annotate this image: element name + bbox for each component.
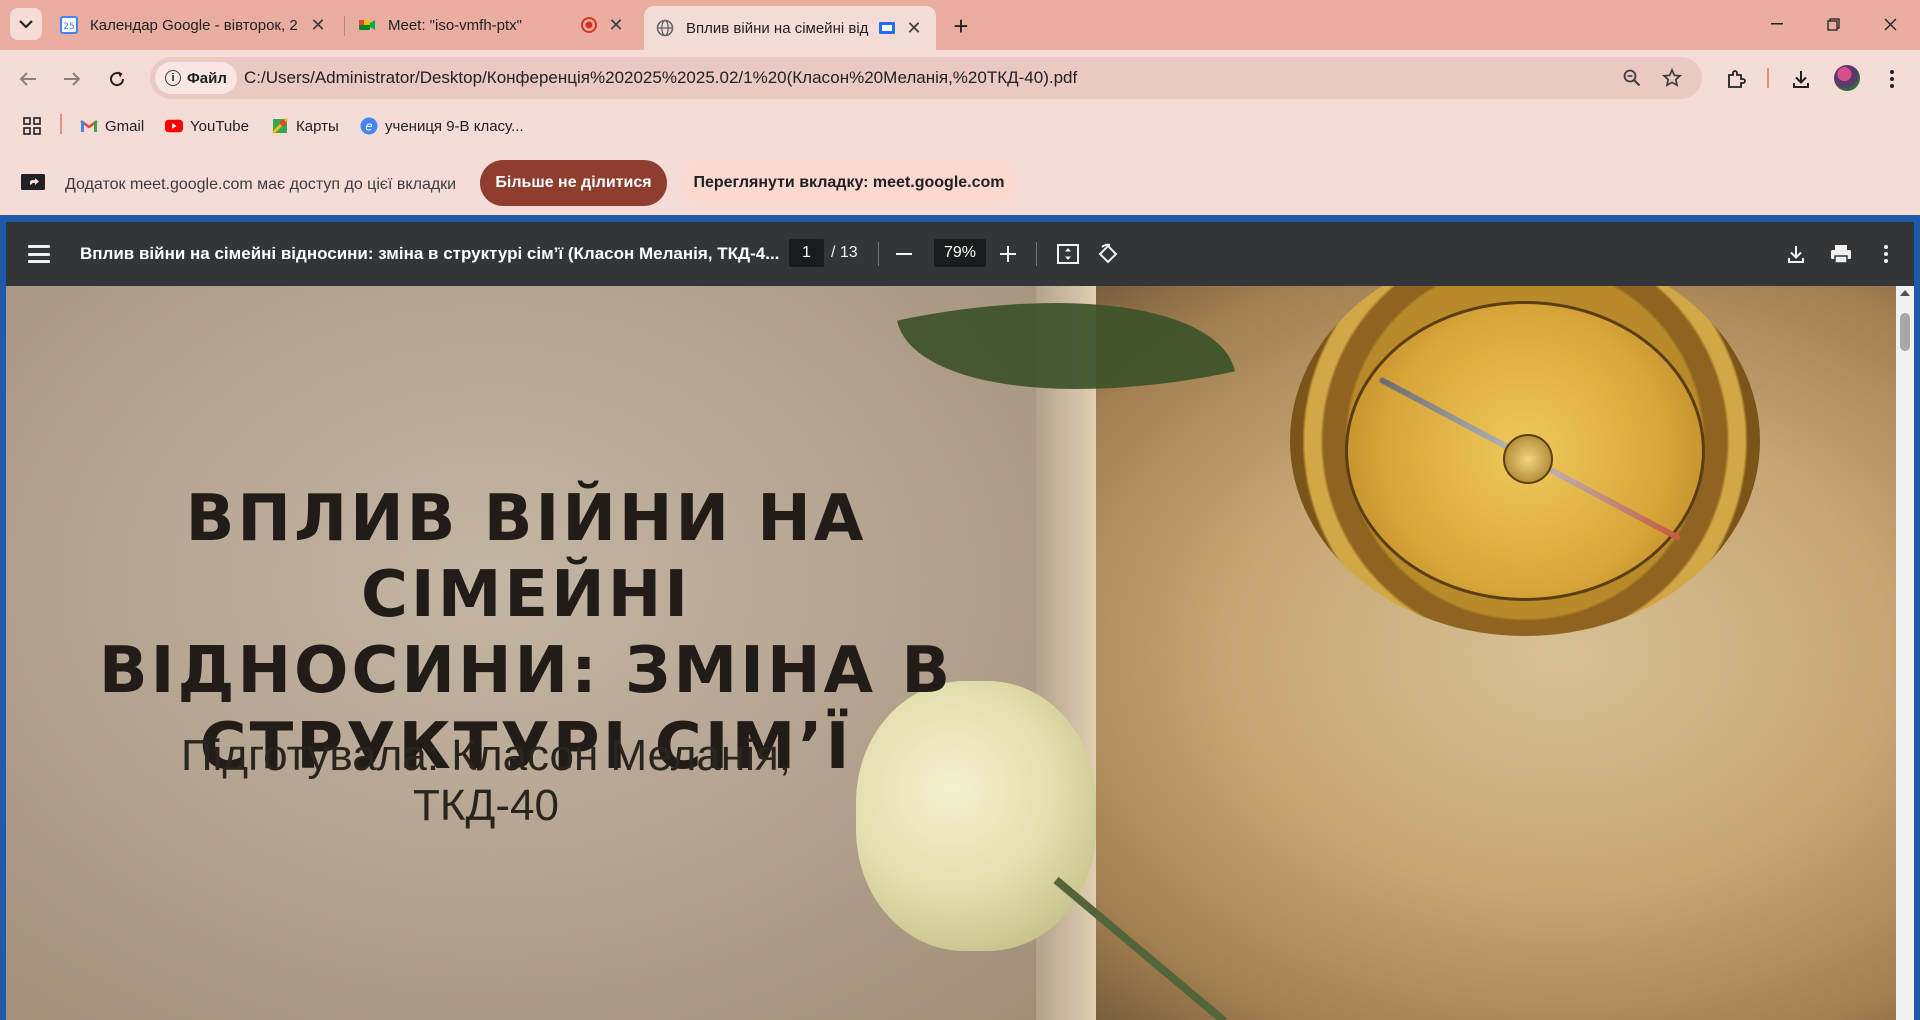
download-icon bbox=[1788, 246, 1804, 263]
rotate-icon bbox=[1098, 243, 1118, 264]
puzzle-icon bbox=[1728, 70, 1746, 88]
tab-strip: 25 Календар Google - вівторок, 2 ✕ Meet:… bbox=[0, 0, 1920, 50]
restore-button[interactable] bbox=[1805, 0, 1861, 48]
toolbar-divider bbox=[1036, 242, 1037, 266]
bookmark-label: Карты bbox=[296, 117, 339, 135]
bookmark-youtube[interactable]: YouTube bbox=[165, 114, 249, 138]
profile-icon: e bbox=[360, 117, 378, 135]
tab-sharing-infobar: Додаток meet.google.com має доступ до ці… bbox=[0, 155, 1920, 215]
maps-icon bbox=[271, 117, 289, 135]
extensions-button[interactable] bbox=[1719, 62, 1753, 96]
pdf-scrollbar[interactable] bbox=[1896, 286, 1914, 1020]
new-tab-button[interactable]: + bbox=[945, 10, 977, 42]
browser-menu-button[interactable] bbox=[1875, 62, 1909, 96]
pdf-download-button[interactable] bbox=[1780, 238, 1812, 270]
reload-button[interactable] bbox=[100, 62, 134, 96]
fit-page-icon bbox=[1057, 244, 1079, 264]
slide-author: Підготувала: Класон Меланія, ТКД-40 bbox=[181, 731, 791, 830]
printer-icon bbox=[1831, 245, 1851, 264]
address-bar[interactable]: i Файл C:/Users/Administrator/Desktop/Ко… bbox=[150, 57, 1702, 99]
bookmark-label: YouTube bbox=[190, 117, 249, 135]
bookmark-label: учениця 9-В класу... bbox=[385, 117, 524, 135]
file-chip-label: Файл bbox=[187, 69, 227, 87]
toolbar-divider bbox=[1767, 68, 1769, 88]
google-meet-icon bbox=[359, 20, 375, 30]
kebab-menu-icon bbox=[1890, 70, 1894, 88]
downloads-button[interactable] bbox=[1784, 62, 1818, 96]
star-icon[interactable] bbox=[1660, 66, 1684, 90]
tab-meet[interactable]: Meet: "iso-vmfh-ptx" ✕ bbox=[346, 6, 638, 44]
info-icon: i bbox=[165, 70, 181, 86]
minimize-icon bbox=[1771, 23, 1783, 25]
bookmark-gmail[interactable]: Gmail bbox=[80, 114, 144, 138]
screen-share-icon bbox=[21, 174, 45, 190]
arrow-right-icon bbox=[64, 72, 81, 86]
tab-divider bbox=[344, 16, 345, 36]
sharing-message: Додаток meet.google.com має доступ до ці… bbox=[65, 176, 457, 193]
tab-calendar[interactable]: 25 Календар Google - вівторок, 2 ✕ bbox=[48, 6, 340, 44]
recording-icon bbox=[581, 17, 597, 33]
zoom-level-input[interactable]: 79% bbox=[934, 239, 986, 267]
tab-title: Календар Google - вівторок, 2 bbox=[90, 16, 298, 34]
chevron-down-icon bbox=[19, 20, 33, 29]
fit-page-button[interactable] bbox=[1052, 238, 1084, 270]
profile-avatar[interactable] bbox=[1834, 65, 1860, 91]
tab-pdf[interactable]: Вплив війни на сімейні від ✕ bbox=[644, 6, 936, 50]
pdf-title: Вплив війни на сімейні відносини: зміна … bbox=[80, 244, 780, 263]
restore-icon bbox=[1826, 17, 1840, 31]
zoom-in-button[interactable] bbox=[992, 238, 1024, 270]
tab-title: Meet: "iso-vmfh-ptx" bbox=[388, 16, 523, 34]
google-calendar-icon: 25 bbox=[60, 16, 78, 34]
view-shared-tab-button[interactable]: Переглянути вкладку: meet.google.com bbox=[681, 160, 1017, 206]
pdf-more-button[interactable] bbox=[1870, 238, 1902, 270]
minimize-button[interactable] bbox=[1749, 0, 1805, 48]
scroll-up-arrow[interactable] bbox=[1900, 290, 1910, 296]
site-info-chip[interactable]: i Файл bbox=[155, 62, 237, 94]
close-icon[interactable]: ✕ bbox=[308, 15, 328, 35]
kebab-menu-icon bbox=[1884, 245, 1888, 263]
forward-button[interactable] bbox=[55, 62, 89, 96]
close-icon[interactable]: ✕ bbox=[606, 15, 626, 35]
pdf-sidebar-menu-button[interactable] bbox=[26, 241, 52, 267]
gmail-icon bbox=[80, 117, 98, 135]
toolbar-divider bbox=[878, 242, 879, 266]
sharing-icon bbox=[879, 22, 895, 34]
close-window-button[interactable] bbox=[1862, 0, 1918, 48]
plus-icon bbox=[1000, 246, 1016, 262]
bookmarks-divider bbox=[60, 114, 62, 134]
zoom-out-button[interactable] bbox=[888, 238, 920, 270]
reload-icon bbox=[110, 71, 125, 87]
print-button[interactable] bbox=[1825, 238, 1857, 270]
svg-text:e: e bbox=[365, 120, 372, 134]
tab-title: Вплив війни на сімейні від bbox=[686, 19, 869, 37]
pdf-toolbar: Вплив війни на сімейні відносини: зміна … bbox=[6, 222, 1914, 286]
globe-icon bbox=[656, 19, 674, 37]
tab-search-button[interactable] bbox=[10, 8, 42, 40]
stop-sharing-button[interactable]: Більше не ділитися bbox=[480, 160, 667, 206]
apps-grid-icon bbox=[23, 117, 41, 135]
back-button[interactable] bbox=[11, 62, 45, 96]
bookmark-profile[interactable]: e учениця 9-В класу... bbox=[360, 114, 524, 138]
close-icon[interactable]: ✕ bbox=[904, 18, 924, 38]
page-total: / 13 bbox=[831, 244, 858, 261]
compass-hub bbox=[1503, 434, 1553, 484]
minus-icon bbox=[896, 253, 912, 255]
close-icon bbox=[1884, 18, 1896, 30]
bookmark-label: Gmail bbox=[105, 117, 145, 135]
bookmarks-bar: Gmail YouTube Карты e учениця 9-В класу.… bbox=[0, 108, 1920, 142]
apps-button[interactable] bbox=[22, 114, 42, 138]
scroll-thumb[interactable] bbox=[1900, 313, 1910, 351]
svg-text:25: 25 bbox=[63, 22, 74, 32]
page-number-input[interactable]: 1 bbox=[789, 239, 824, 267]
rotate-button[interactable] bbox=[1092, 238, 1124, 270]
arrow-left-icon bbox=[19, 72, 36, 86]
youtube-icon bbox=[165, 117, 183, 135]
pdf-page: ВПЛИВ ВІЙНИ НА СІМЕЙНІ ВІДНОСИНИ: ЗМІНА … bbox=[6, 286, 1896, 1020]
zoom-icon[interactable] bbox=[1620, 66, 1644, 90]
browser-toolbar: i Файл C:/Users/Administrator/Desktop/Ко… bbox=[0, 50, 1920, 108]
download-icon bbox=[1793, 71, 1809, 88]
bookmark-maps[interactable]: Карты bbox=[271, 114, 339, 138]
url-text[interactable]: C:/Users/Administrator/Desktop/Конференц… bbox=[244, 68, 1077, 88]
